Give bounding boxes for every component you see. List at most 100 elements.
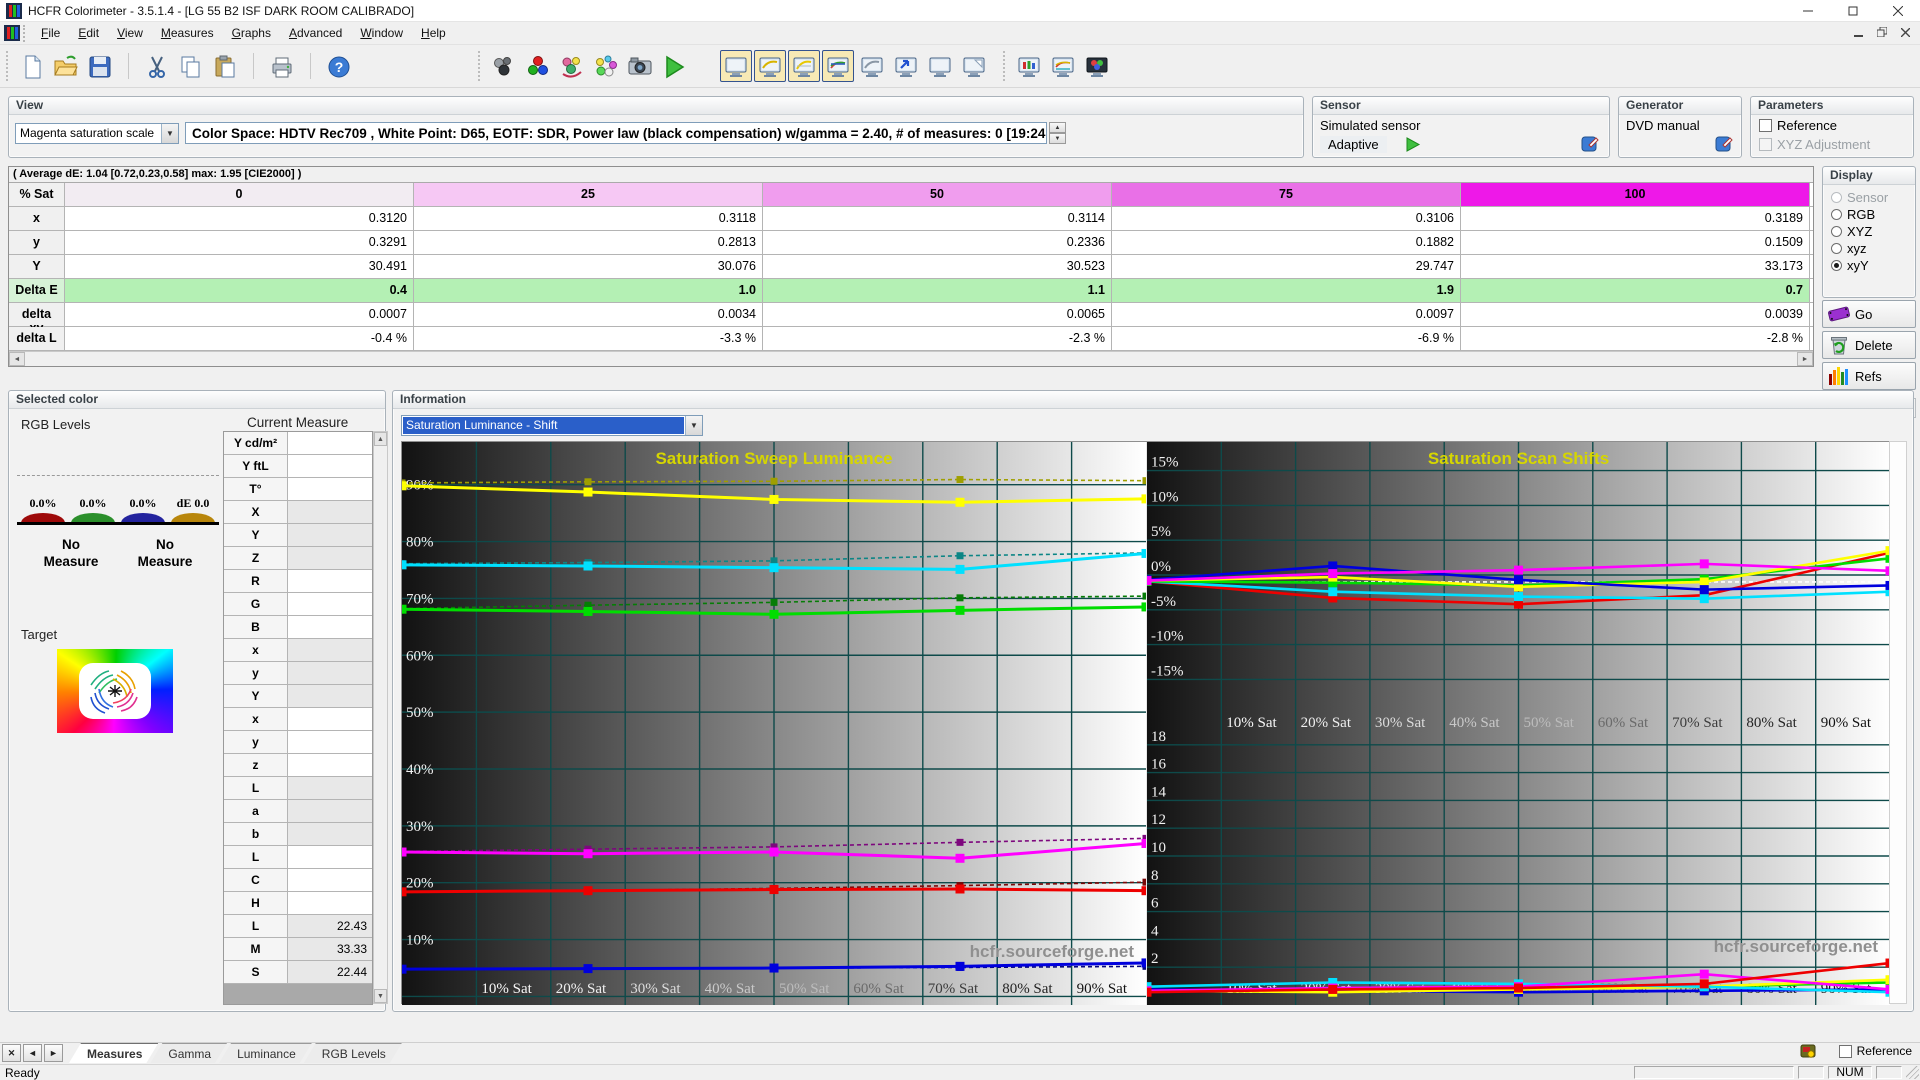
table-cell[interactable]: 0.3114	[763, 207, 1112, 230]
balls-rgb-icon[interactable]	[522, 50, 554, 82]
print-icon[interactable]	[266, 50, 298, 82]
mdi-close-button[interactable]	[1900, 26, 1911, 40]
monitor-sel-plain-icon[interactable]	[720, 50, 752, 82]
saturation-scale-select[interactable]: Magenta saturation scale ▼	[15, 123, 179, 144]
scroll-right-icon[interactable]: ►	[1797, 352, 1813, 366]
tab-next-icon[interactable]: ►	[44, 1044, 63, 1062]
open-folder-icon[interactable]	[50, 50, 82, 82]
menu-item-view[interactable]: View	[108, 23, 152, 43]
table-cell[interactable]: 0.2336	[763, 231, 1112, 254]
table-cell[interactable]: 0.3189	[1461, 207, 1810, 230]
monitor-fold-icon[interactable]	[958, 50, 990, 82]
scroll-left-icon[interactable]: ◄	[9, 352, 25, 366]
menu-item-file[interactable]: File	[32, 23, 69, 43]
sheet-tab-measures[interactable]: Measures	[69, 1043, 158, 1063]
table-cell[interactable]: 33.173	[1461, 255, 1810, 278]
table-cell[interactable]: 30.491	[65, 255, 414, 278]
balls-gray-icon[interactable]	[488, 50, 520, 82]
menu-item-measures[interactable]: Measures	[152, 23, 223, 43]
tab-close-icon[interactable]: ✕	[2, 1044, 21, 1062]
table-cell[interactable]: 0.4	[65, 279, 414, 302]
table-cell[interactable]: 0.0039	[1461, 303, 1810, 326]
chevron-down-icon[interactable]: ▼	[685, 416, 702, 435]
display-option-xyz[interactable]: xyz	[1831, 240, 1888, 257]
resize-grip[interactable]	[1906, 1066, 1919, 1079]
display-option-xyy[interactable]: xyY	[1831, 257, 1888, 274]
table-cell[interactable]: 1.9	[1112, 279, 1461, 302]
menu-item-graphs[interactable]: Graphs	[223, 23, 280, 43]
delete-button[interactable]: Delete	[1822, 331, 1916, 359]
save-icon[interactable]	[84, 50, 116, 82]
spinner-up-icon[interactable]: ▲	[1049, 122, 1066, 133]
scroll-down-icon[interactable]: ▼	[374, 989, 387, 1003]
table-cell[interactable]: 0.0034	[414, 303, 763, 326]
table-cell[interactable]: 1.0	[414, 279, 763, 302]
minimize-button[interactable]	[1785, 0, 1830, 22]
info-spinner[interactable]: ▲ ▼	[1049, 122, 1066, 144]
display-option-xyz[interactable]: XYZ	[1831, 223, 1888, 240]
reference-status-checkbox[interactable]: Reference	[1838, 1044, 1912, 1058]
copy-icon[interactable]	[175, 50, 207, 82]
reference-checkbox[interactable]: Reference	[1759, 118, 1870, 133]
balls-multi-icon[interactable]	[590, 50, 622, 82]
table-cell[interactable]: 0.7	[1461, 279, 1810, 302]
mdi-restore-button[interactable]	[1876, 26, 1888, 40]
cut-icon[interactable]	[141, 50, 173, 82]
spinner-down-icon[interactable]: ▼	[1049, 133, 1066, 144]
monitor-curves-icon[interactable]	[1047, 50, 1079, 82]
monitor-plain-icon[interactable]	[924, 50, 956, 82]
balls-arc-icon[interactable]	[556, 50, 588, 82]
maximize-button[interactable]	[1830, 0, 1875, 22]
mdi-minimize-button[interactable]	[1854, 26, 1863, 40]
table-cell[interactable]: -3.3 %	[414, 327, 763, 350]
table-cell[interactable]: 0.2813	[414, 231, 763, 254]
table-cell[interactable]: 1.1	[763, 279, 1112, 302]
close-button[interactable]	[1875, 0, 1920, 22]
table-cell[interactable]: 30.076	[414, 255, 763, 278]
monitor-curve-icon[interactable]	[856, 50, 888, 82]
table-cell[interactable]: 29.747	[1112, 255, 1461, 278]
table-cell[interactable]: 30.523	[763, 255, 1112, 278]
monitor-color-icon[interactable]	[1081, 50, 1113, 82]
monitor-sel-curve-icon[interactable]	[754, 50, 786, 82]
camera-icon[interactable]	[624, 50, 656, 82]
refs-button[interactable]: Refs	[1822, 362, 1916, 390]
menu-item-edit[interactable]: Edit	[69, 23, 108, 43]
play-icon[interactable]	[658, 50, 690, 82]
generator-config-icon[interactable]	[1715, 135, 1734, 153]
table-cell[interactable]: -6.9 %	[1112, 327, 1461, 350]
menu-item-window[interactable]: Window	[351, 23, 412, 43]
table-cell[interactable]: -0.4 %	[65, 327, 414, 350]
sensor-config-icon[interactable]	[1581, 135, 1600, 153]
paste-icon[interactable]	[209, 50, 241, 82]
current-measure-scrollbar[interactable]: ▲ ▼	[373, 431, 388, 1004]
chevron-down-icon[interactable]: ▼	[161, 124, 178, 143]
sheet-tab-rgb-levels[interactable]: RGB Levels	[304, 1043, 402, 1063]
sensor-play-icon[interactable]	[1405, 137, 1421, 152]
table-hscrollbar[interactable]: ◄ ►	[9, 351, 1813, 366]
information-select[interactable]: Saturation Luminance - Shift ▼	[401, 415, 703, 436]
table-cell[interactable]: 0.0007	[65, 303, 414, 326]
go-button[interactable]: Go	[1822, 300, 1916, 328]
monitor-sel-curve2-icon[interactable]	[788, 50, 820, 82]
table-cell[interactable]: 0.3106	[1112, 207, 1461, 230]
menu-item-help[interactable]: Help	[412, 23, 455, 43]
monitor-rgb-bars-icon[interactable]	[1013, 50, 1045, 82]
table-cell[interactable]: -2.8 %	[1461, 327, 1810, 350]
table-cell[interactable]: 0.1509	[1461, 231, 1810, 254]
table-cell[interactable]: 0.3118	[414, 207, 763, 230]
table-cell[interactable]: 0.0097	[1112, 303, 1461, 326]
new-file-icon[interactable]	[16, 50, 48, 82]
monitor-sel-curves-icon[interactable]	[822, 50, 854, 82]
sheet-tab-luminance[interactable]: Luminance	[219, 1043, 312, 1063]
table-cell[interactable]: 0.0065	[763, 303, 1112, 326]
menu-item-advanced[interactable]: Advanced	[280, 23, 351, 43]
table-cell[interactable]: 0.3291	[65, 231, 414, 254]
table-cell[interactable]: 0.1882	[1112, 231, 1461, 254]
tab-prev-icon[interactable]: ◄	[23, 1044, 42, 1062]
display-option-rgb[interactable]: RGB	[1831, 206, 1888, 223]
table-cell[interactable]: 0.3120	[65, 207, 414, 230]
monitor-arrow-icon[interactable]	[890, 50, 922, 82]
table-cell[interactable]: -2.3 %	[763, 327, 1112, 350]
help-icon[interactable]: ?	[323, 50, 355, 82]
